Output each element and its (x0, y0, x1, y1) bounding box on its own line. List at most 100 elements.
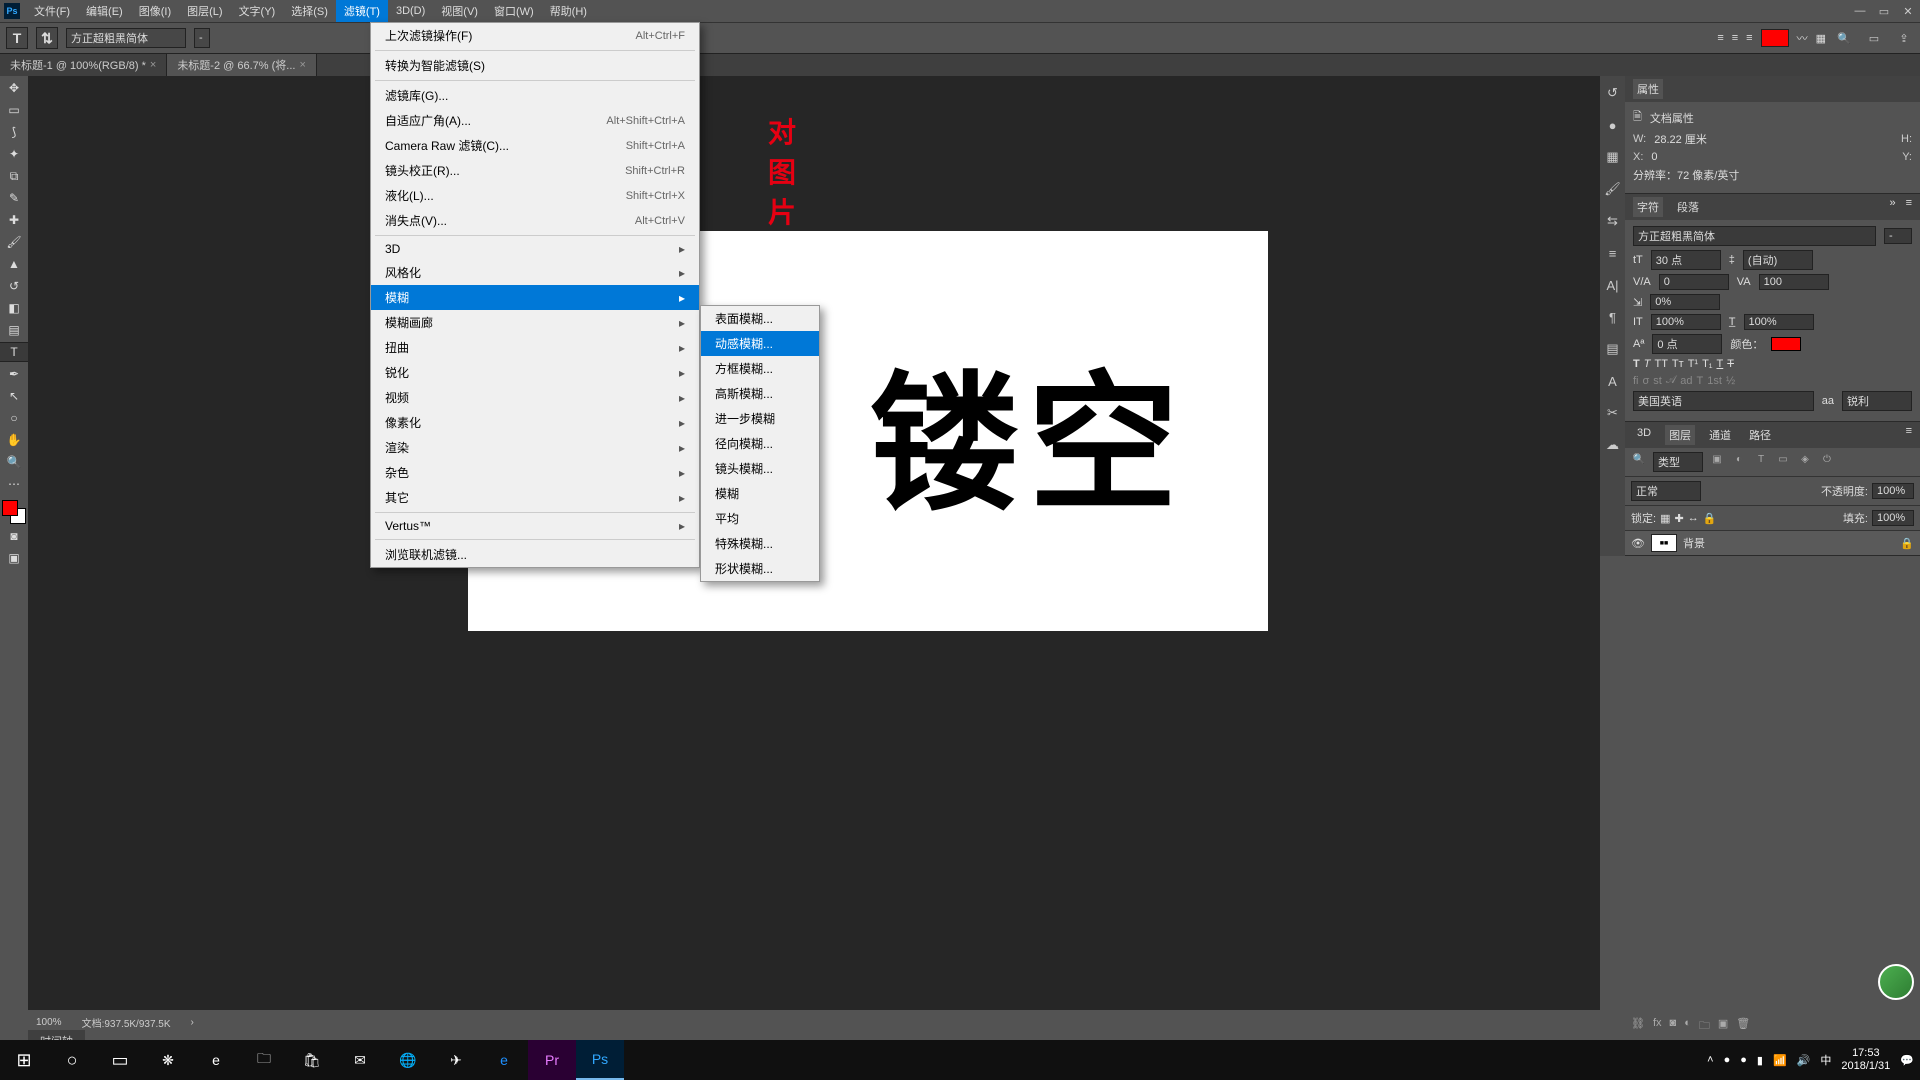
properties-tab[interactable]: 属性 (1633, 79, 1663, 99)
menu-item-render[interactable]: 渲染 (371, 435, 699, 460)
wifi-icon[interactable]: 📶 (1773, 1054, 1787, 1067)
smallcaps-icon[interactable]: Tᴛ (1672, 358, 1684, 370)
path-tool[interactable]: ↖ (2, 386, 26, 406)
app-premiere[interactable]: Pr (528, 1040, 576, 1080)
bold-icon[interactable]: T (1633, 358, 1640, 370)
tab-paths[interactable]: 路径 (1745, 425, 1775, 445)
aa-select[interactable]: 锐利 (1842, 391, 1912, 411)
app-edge[interactable]: e (480, 1040, 528, 1080)
menu-type[interactable]: 文字(Y) (231, 0, 284, 22)
leading[interactable]: (自动) (1743, 250, 1813, 270)
fx-icon[interactable]: fx (1653, 1017, 1662, 1036)
menu-item-gallery[interactable]: 滤镜库(G)... (371, 83, 699, 108)
hscale[interactable]: 100% (1651, 314, 1721, 330)
half-icon[interactable]: ½ (1726, 375, 1735, 387)
submenu-radial-blur[interactable]: 径向模糊... (701, 431, 819, 456)
menu-item-distort[interactable]: 扭曲 (371, 335, 699, 360)
lock-position-icon[interactable]: ✚ (1674, 512, 1683, 525)
ime-icon[interactable]: 中 (1820, 1052, 1831, 1068)
italic-icon[interactable]: T (1644, 358, 1651, 370)
app-fly[interactable]: ✈ (432, 1040, 480, 1080)
history-icon[interactable]: ↺ (1604, 84, 1622, 102)
baseline[interactable]: 0 点 (1652, 334, 1722, 354)
share-icon[interactable]: ⇪ (1894, 28, 1914, 48)
color-icon[interactable]: ● (1604, 116, 1622, 134)
font-family[interactable]: 方正超粗黑简体 (1633, 226, 1876, 246)
brush-tool[interactable]: 🖌 (2, 232, 26, 252)
crop-tool[interactable]: ⧉ (2, 166, 26, 186)
tab-channels[interactable]: 通道 (1705, 425, 1735, 445)
char-styles-icon[interactable]: A (1604, 372, 1622, 390)
battery-icon[interactable]: ▮ (1757, 1054, 1763, 1067)
app-360[interactable]: ❋ (144, 1040, 192, 1080)
tab-3d[interactable]: 3D (1633, 425, 1655, 445)
menu-item-camera-raw[interactable]: Camera Raw 滤镜(C)...Shift+Ctrl+A (371, 133, 699, 158)
swatches-icon[interactable]: ▦ (1604, 148, 1622, 166)
close-icon[interactable]: × (150, 59, 156, 71)
menu-3d[interactable]: 3D(D) (388, 2, 433, 20)
app-ie[interactable]: e (192, 1040, 240, 1080)
caps-icon[interactable]: TT (1654, 358, 1667, 370)
menu-item-blur-gallery[interactable]: 模糊画廊 (371, 310, 699, 335)
tab-doc-2[interactable]: 未标题-2 @ 66.7% (将...× (167, 54, 317, 76)
menu-item-sharpen[interactable]: 锐化 (371, 360, 699, 385)
trash-icon[interactable]: 🗑 (1736, 1017, 1750, 1036)
close-icon[interactable]: × (299, 59, 305, 71)
layer-row[interactable]: 👁 ■■ 背景 🔒 (1625, 531, 1920, 555)
history-brush-tool[interactable]: ↺ (2, 276, 26, 296)
window-close[interactable]: ✕ (1896, 5, 1920, 18)
menu-window[interactable]: 窗口(W) (486, 0, 542, 22)
font-size[interactable]: 30 点 (1651, 250, 1721, 270)
sub-icon[interactable]: T₁ (1702, 358, 1712, 370)
menu-item-other[interactable]: 其它 (371, 485, 699, 510)
tray-up-icon[interactable]: ˄ (1707, 1054, 1713, 1066)
lock-all-icon[interactable]: 🔒 (1703, 512, 1717, 525)
tray-app-icon[interactable]: ● (1724, 1054, 1731, 1066)
panel-menu-icon[interactable]: ≡ (1906, 425, 1912, 445)
liga-a-icon[interactable]: 𝒜 (1666, 374, 1676, 387)
new-layer-icon[interactable]: ▣ (1718, 1017, 1728, 1036)
fg-bg-colors[interactable] (2, 500, 26, 524)
group-icon[interactable]: 🗀 (1699, 1017, 1710, 1036)
menu-item-stylize[interactable]: 风格化 (371, 260, 699, 285)
menu-item-last-filter[interactable]: 上次滤镜操作(F)Alt+Ctrl+F (371, 23, 699, 48)
paragraph-icon[interactable]: ¶ (1604, 308, 1622, 326)
menu-filter[interactable]: 滤镜(T) (336, 0, 388, 22)
adjust-icon[interactable]: ⇆ (1604, 212, 1622, 230)
app-mail[interactable]: ✉ (336, 1040, 384, 1080)
submenu-gaussian-blur[interactable]: 高斯模糊... (701, 381, 819, 406)
super-icon[interactable]: T¹ (1688, 358, 1698, 370)
menu-item-vanishing[interactable]: 消失点(V)...Alt+Ctrl+V (371, 208, 699, 233)
submenu-motion-blur[interactable]: 动感模糊... (701, 331, 819, 356)
para-styles-icon[interactable]: ▤ (1604, 340, 1622, 358)
menu-layer[interactable]: 图层(L) (179, 0, 230, 22)
zoom-level[interactable]: 100% (36, 1017, 62, 1028)
search-icon[interactable]: 🔍 (1631, 452, 1647, 466)
menu-file[interactable]: 文件(F) (26, 0, 78, 22)
paragraph-tab[interactable]: 段落 (1673, 197, 1703, 217)
shape-tool[interactable]: ○ (2, 408, 26, 428)
menu-item-video[interactable]: 视频 (371, 385, 699, 410)
assistant-bubble[interactable] (1878, 964, 1914, 1000)
menu-item-vertus[interactable]: Vertus™ (371, 515, 699, 537)
screenmode-icon[interactable]: ▣ (2, 548, 26, 568)
font-style-select[interactable]: - (194, 28, 210, 48)
gradient-tool[interactable]: ▤ (2, 320, 26, 340)
menu-item-pixelate[interactable]: 像素化 (371, 410, 699, 435)
submenu-lens-blur[interactable]: 镜头模糊... (701, 456, 819, 481)
submenu-smart-blur[interactable]: 特殊模糊... (701, 531, 819, 556)
char-tab[interactable]: 字符 (1633, 197, 1663, 217)
underline-icon[interactable]: T (1717, 358, 1724, 370)
settings-icon[interactable]: ✂ (1604, 404, 1622, 422)
adjustment-icon[interactable]: ◐ (1684, 1017, 1691, 1036)
lock-fill-icon[interactable]: ↔ (1688, 512, 1699, 524)
ord-icon[interactable]: ad (1680, 375, 1692, 387)
vscale[interactable]: 100% (1744, 314, 1814, 330)
pen-tool[interactable]: ✒ (2, 364, 26, 384)
panel-menu-icon[interactable]: ≡ (1906, 197, 1912, 217)
font-family-select[interactable]: 方正超粗黑简体 (66, 28, 186, 48)
quickmask-icon[interactable]: ◙ (2, 526, 26, 546)
glyphs-icon[interactable]: A| (1604, 276, 1622, 294)
submenu-average[interactable]: 平均 (701, 506, 819, 531)
orientation-icon[interactable]: ⇅ (36, 27, 58, 49)
